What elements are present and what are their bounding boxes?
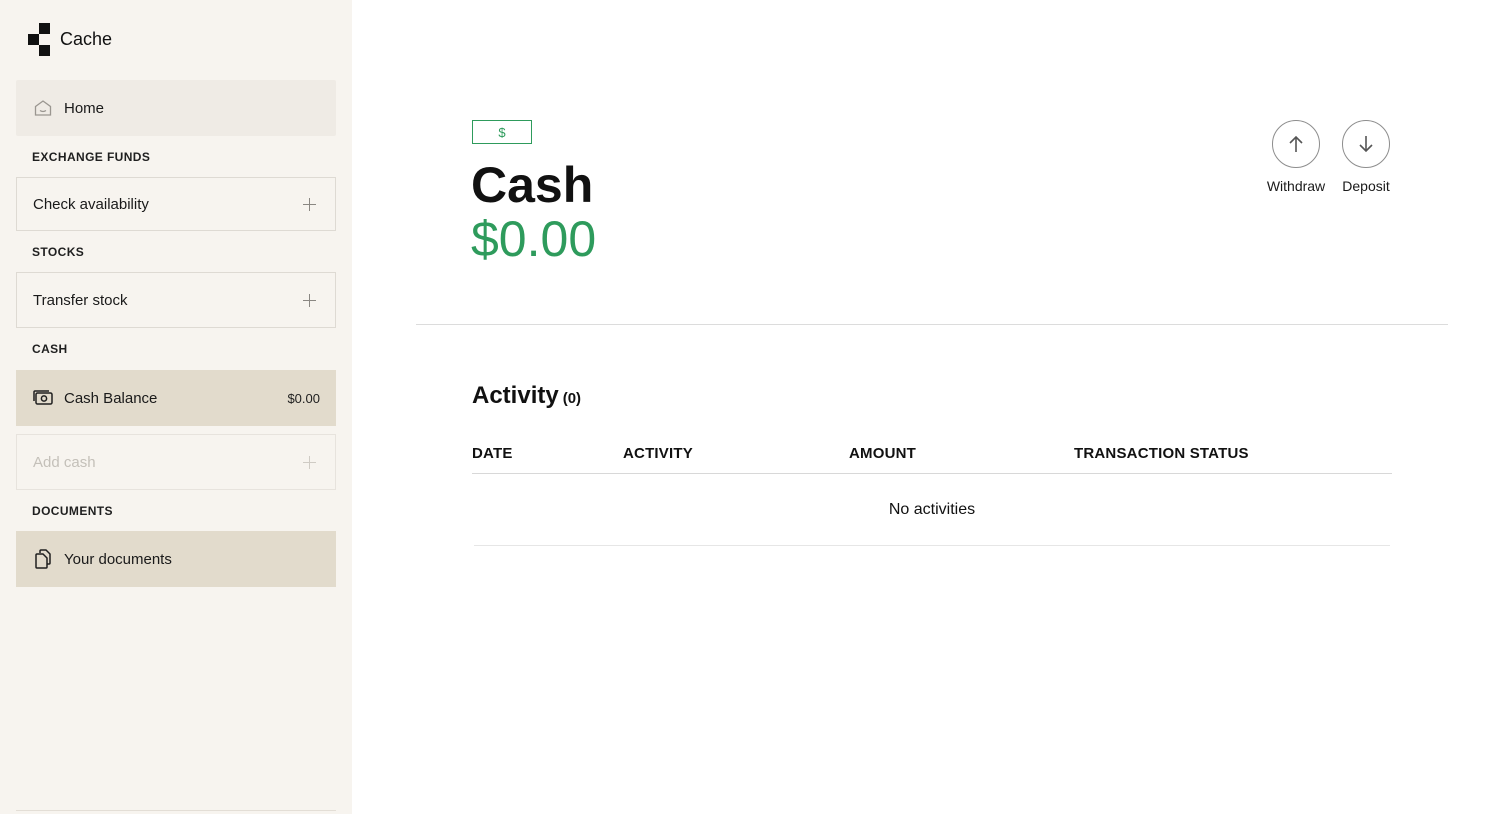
- cash-icon: [32, 387, 54, 409]
- section-divider: [416, 324, 1448, 325]
- sidebar-item-your-documents[interactable]: Your documents: [16, 531, 336, 587]
- column-header-date: DATE: [472, 445, 513, 462]
- plus-icon: [303, 455, 316, 469]
- main-content: $ Cash $0.00 Withdraw Deposit Activity (0…: [352, 0, 1512, 814]
- documents-icon: [32, 548, 54, 570]
- section-title-documents: DOCUMENTS: [32, 504, 113, 518]
- check-availability-button[interactable]: Check availability: [16, 177, 336, 231]
- section-title-exchange-funds: EXCHANGE FUNDS: [32, 150, 151, 164]
- cache-logo-icon: [28, 23, 50, 56]
- section-title-stocks: STOCKS: [32, 245, 85, 259]
- withdraw-label: Withdraw: [1266, 178, 1326, 194]
- deposit-label: Deposit: [1342, 178, 1390, 194]
- sidebar-item-label: Cash Balance: [64, 389, 158, 407]
- sidebar-item-label: Add cash: [33, 453, 96, 471]
- balance-amount: $0.00: [471, 211, 597, 267]
- sidebar: Cache Home EXCHANGE FUNDS Check availabi…: [0, 0, 352, 814]
- activity-heading: Activity (0): [472, 382, 581, 410]
- transfer-stock-button[interactable]: Transfer stock: [16, 272, 336, 328]
- currency-badge: $: [472, 120, 532, 144]
- arrow-up-icon: [1272, 120, 1320, 168]
- empty-state-message: No activities: [474, 474, 1390, 546]
- arrow-down-icon: [1342, 120, 1390, 168]
- brand-name: Cache: [60, 29, 113, 49]
- cash-balance-value: $0.00: [287, 390, 320, 406]
- brand[interactable]: Cache: [28, 23, 112, 56]
- sidebar-item-cash-balance[interactable]: Cash Balance $0.00: [16, 370, 336, 426]
- deposit-button[interactable]: Deposit: [1338, 120, 1394, 194]
- add-cash-button[interactable]: Add cash: [16, 434, 336, 490]
- section-title-cash: CASH: [32, 342, 68, 356]
- sidebar-item-label: Your documents: [64, 550, 172, 568]
- activity-table: DATE ACTIVITY AMOUNT TRANSACTION STATUS …: [472, 440, 1392, 546]
- sidebar-divider: [16, 810, 336, 811]
- plus-icon: [303, 197, 316, 211]
- column-header-amount: AMOUNT: [849, 445, 917, 462]
- page-title: Cash: [471, 157, 594, 213]
- column-header-activity: ACTIVITY: [623, 445, 693, 462]
- sidebar-item-label: Check availability: [33, 195, 149, 213]
- column-header-transaction-status: TRANSACTION STATUS: [1074, 445, 1249, 462]
- table-header: DATE ACTIVITY AMOUNT TRANSACTION STATUS: [472, 440, 1392, 474]
- sidebar-item-label: Home: [64, 99, 105, 117]
- activity-title: Activity: [472, 382, 559, 409]
- home-icon: [32, 97, 54, 119]
- sidebar-item-home[interactable]: Home: [16, 80, 336, 136]
- withdraw-button[interactable]: Withdraw: [1264, 120, 1328, 194]
- activity-count: (0): [562, 390, 582, 407]
- sidebar-item-label: Transfer stock: [33, 291, 128, 309]
- plus-icon: [303, 293, 316, 307]
